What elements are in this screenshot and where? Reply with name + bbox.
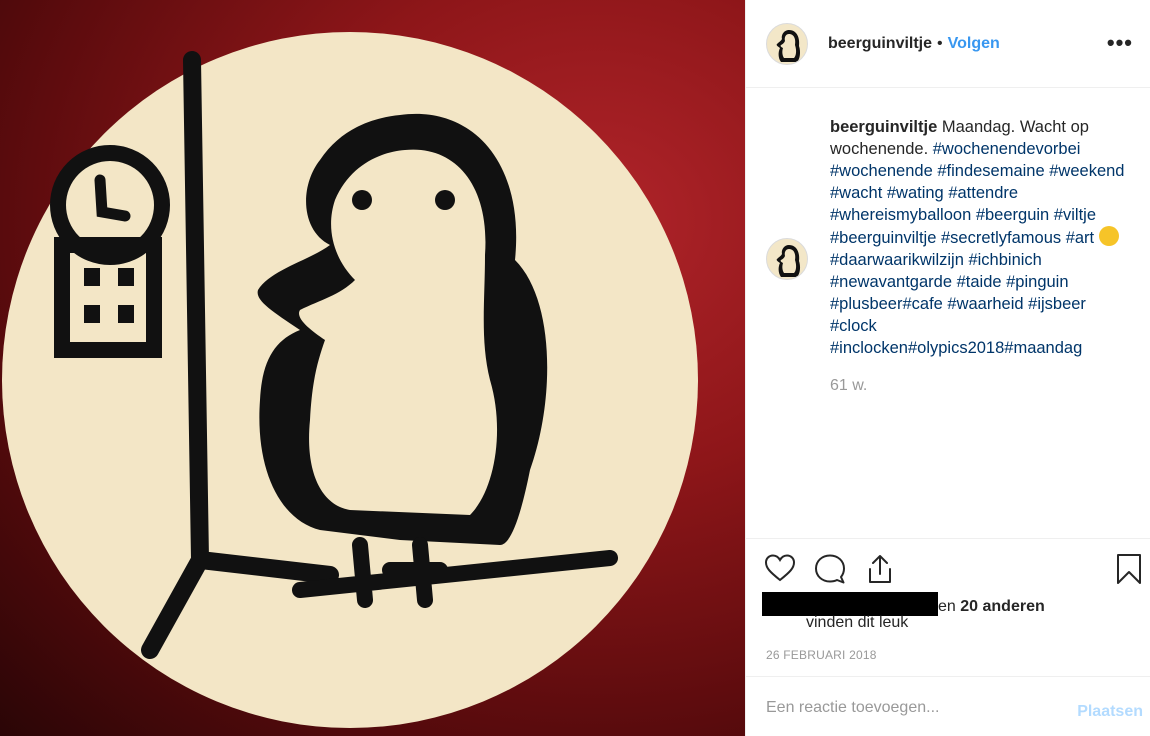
- penguin-eye-right: [435, 190, 455, 210]
- caption-hashtags-2[interactable]: #daarwaarikwilzijn #ichbinich #newavantg…: [830, 251, 1086, 357]
- bookmark-icon[interactable]: [1116, 553, 1142, 590]
- post-photo[interactable]: [0, 0, 745, 736]
- caption-avatar[interactable]: [766, 238, 808, 280]
- header-username[interactable]: beerguinviltje: [828, 35, 932, 53]
- post-side-panel: beerguinviltje • Volgen ••• beerguinvilt…: [745, 0, 1150, 736]
- caption-text: beerguinviltje Maandag. Wacht op wochene…: [830, 116, 1130, 397]
- clock-window-1: [84, 268, 100, 286]
- likes-count-link[interactable]: 20 anderen: [960, 598, 1044, 615]
- post-comment-button[interactable]: Plaatsen: [1077, 703, 1143, 721]
- instagram-post-modal: beerguinviltje • Volgen ••• beerguinvilt…: [0, 0, 1150, 736]
- share-icon[interactable]: [864, 553, 896, 590]
- likes-second-line: vinden dit leuk: [806, 614, 909, 631]
- clock-window-2: [118, 268, 134, 286]
- follow-button[interactable]: Volgen: [948, 35, 1000, 53]
- post-header: beerguinviltje • Volgen •••: [746, 0, 1150, 88]
- caption-username[interactable]: beerguinviltje: [830, 118, 937, 136]
- clock-window-4: [118, 305, 134, 323]
- heart-icon[interactable]: [764, 553, 796, 588]
- clock-window-3: [84, 305, 100, 323]
- penguin-avatar-icon: [776, 245, 801, 277]
- caption-time-ago[interactable]: 61 w.: [830, 375, 1130, 397]
- post-date[interactable]: 26 FEBRUARI 2018: [766, 648, 877, 662]
- artist-palette-emoji-icon: [1098, 226, 1119, 246]
- more-icon[interactable]: •••: [1107, 30, 1133, 56]
- likes-summary: en 20 anderen vinden dit leuk: [762, 592, 1142, 634]
- header-separator: •: [937, 34, 943, 52]
- likes-suffix: en: [938, 598, 961, 615]
- comment-box: Plaatsen: [746, 676, 1150, 736]
- penguin-eye-left: [352, 190, 372, 210]
- avatar[interactable]: [766, 22, 808, 65]
- comment-input[interactable]: [766, 699, 1056, 717]
- beer-coaster-penguin-drawing: [2, 32, 698, 728]
- comment-icon[interactable]: [814, 553, 846, 590]
- caption: beerguinviltje Maandag. Wacht op wochene…: [766, 116, 1146, 397]
- penguin-avatar-icon: [776, 29, 801, 62]
